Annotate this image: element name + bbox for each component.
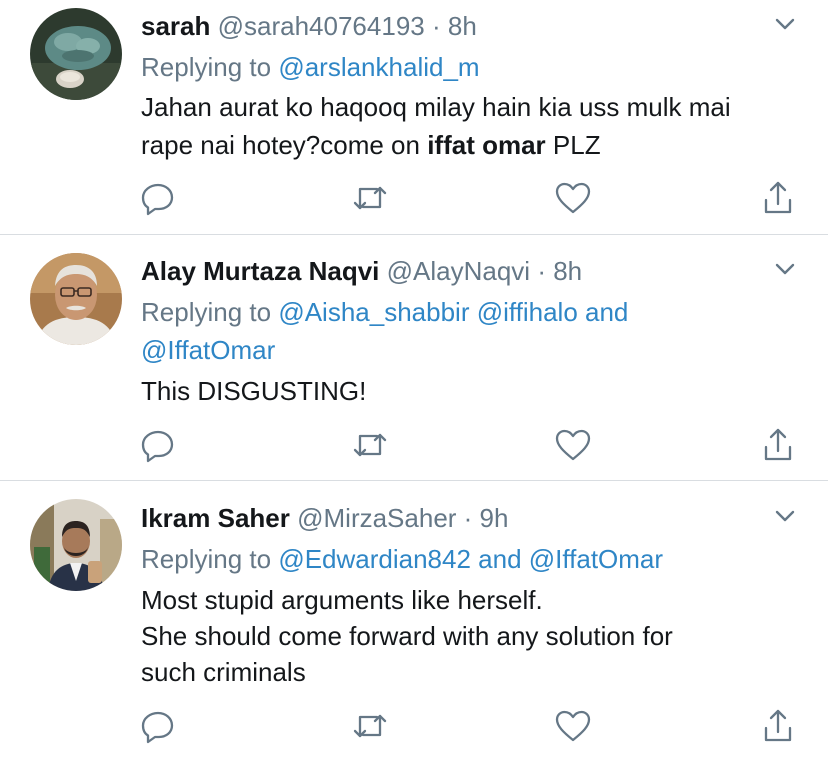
tweet-header: sarah @sarah40764193 · 8h (141, 8, 477, 44)
share-button[interactable] (758, 178, 798, 218)
timestamp[interactable]: 9h (480, 503, 509, 533)
tweet[interactable]: Ikram Saher @MirzaSaher · 9h Replying to… (0, 481, 828, 762)
tweet[interactable]: Alay Murtaza Naqvi @AlayNaqvi · 8h Reply… (0, 235, 828, 481)
timestamp[interactable]: 8h (553, 256, 582, 286)
tweet-text-line: Most stupid arguments like herself. (141, 585, 543, 615)
retweet-icon (353, 714, 387, 738)
like-button[interactable] (553, 425, 593, 465)
tweet-header: Ikram Saher @MirzaSaher · 9h (141, 500, 508, 536)
tweet-text-line: Jahan aurat ko haqooq milay hain kia uss… (141, 92, 731, 122)
more-options-button[interactable] (770, 12, 800, 36)
mention-link[interactable]: @IffatOmar (141, 331, 801, 369)
tweet-text-segment: rape nai hotey?come on (141, 130, 428, 160)
reply-button[interactable] (138, 706, 178, 746)
reply-icon (141, 183, 174, 216)
tweet-text-segment: PLZ (545, 130, 601, 160)
like-button[interactable] (553, 706, 593, 746)
share-button[interactable] (758, 425, 798, 465)
share-icon (764, 181, 792, 214)
avatar[interactable] (30, 8, 122, 100)
tweet-text-bold: iffat omar (427, 130, 546, 160)
reply-icon (141, 430, 174, 463)
chevron-down-icon (775, 263, 795, 275)
heart-icon (555, 429, 591, 461)
replying-to-label: Replying to (141, 544, 279, 574)
tweet-text-line: She should come forward with any solutio… (141, 621, 673, 651)
chevron-down-icon (775, 510, 795, 522)
action-bar (0, 425, 828, 465)
tweet-text-line: rape nai hotey?come on iffat omar PLZ (141, 126, 811, 164)
replying-to-label: Replying to (141, 52, 279, 82)
author-handle[interactable]: @AlayNaqvi (387, 256, 530, 286)
separator: · (530, 256, 554, 286)
reply-icon (141, 711, 174, 744)
mention-link[interactable]: @Edwardian842 and @IffatOmar (278, 544, 663, 574)
reply-button[interactable] (138, 425, 178, 465)
avatar[interactable] (30, 499, 122, 591)
author-name[interactable]: Alay Murtaza Naqvi (141, 256, 379, 286)
share-icon (764, 709, 792, 742)
retweet-icon (353, 433, 387, 457)
tweet-text: Most stupid arguments like herself. She … (141, 582, 811, 690)
author-handle[interactable]: @MirzaSaher (297, 503, 456, 533)
heart-icon (555, 182, 591, 214)
retweet-button[interactable] (350, 425, 390, 465)
like-button[interactable] (553, 178, 593, 218)
tweet[interactable]: sarah @sarah40764193 · 8h Replying to @a… (0, 0, 828, 235)
timestamp[interactable]: 8h (448, 11, 477, 41)
share-icon (764, 428, 792, 461)
mention-link[interactable]: @Aisha_shabbir @iffihalo and (278, 297, 628, 327)
more-options-button[interactable] (770, 504, 800, 528)
more-options-button[interactable] (770, 257, 800, 281)
replying-to: Replying to @arslankhalid_m (141, 48, 801, 86)
retweet-button[interactable] (350, 178, 390, 218)
retweet-icon (353, 186, 387, 210)
mention-link[interactable]: @arslankhalid_m (278, 52, 479, 82)
replying-to: Replying to @Aisha_shabbir @iffihalo and… (141, 293, 801, 369)
author-handle[interactable]: @sarah40764193 (218, 11, 425, 41)
tweet-text-line: such criminals (141, 657, 306, 687)
author-name[interactable]: Ikram Saher (141, 503, 290, 533)
avatar[interactable] (30, 253, 122, 345)
tweet-text-line: This DISGUSTING! (141, 376, 367, 406)
action-bar (0, 706, 828, 746)
action-bar (0, 178, 828, 218)
chevron-down-icon (775, 18, 795, 30)
replying-to: Replying to @Edwardian842 and @IffatOmar (141, 540, 801, 578)
retweet-button[interactable] (350, 706, 390, 746)
replying-to-line: Replying to @Aisha_shabbir @iffihalo and (141, 293, 801, 331)
tweet-header: Alay Murtaza Naqvi @AlayNaqvi · 8h (141, 253, 582, 289)
reply-button[interactable] (138, 178, 178, 218)
share-button[interactable] (758, 706, 798, 746)
replying-to-label: Replying to (141, 297, 279, 327)
tweet-text: Jahan aurat ko haqooq milay hain kia uss… (141, 88, 811, 164)
separator: · (424, 11, 448, 41)
heart-icon (555, 710, 591, 742)
separator: · (456, 503, 480, 533)
author-name[interactable]: sarah (141, 11, 210, 41)
tweet-text: This DISGUSTING! (141, 372, 811, 410)
